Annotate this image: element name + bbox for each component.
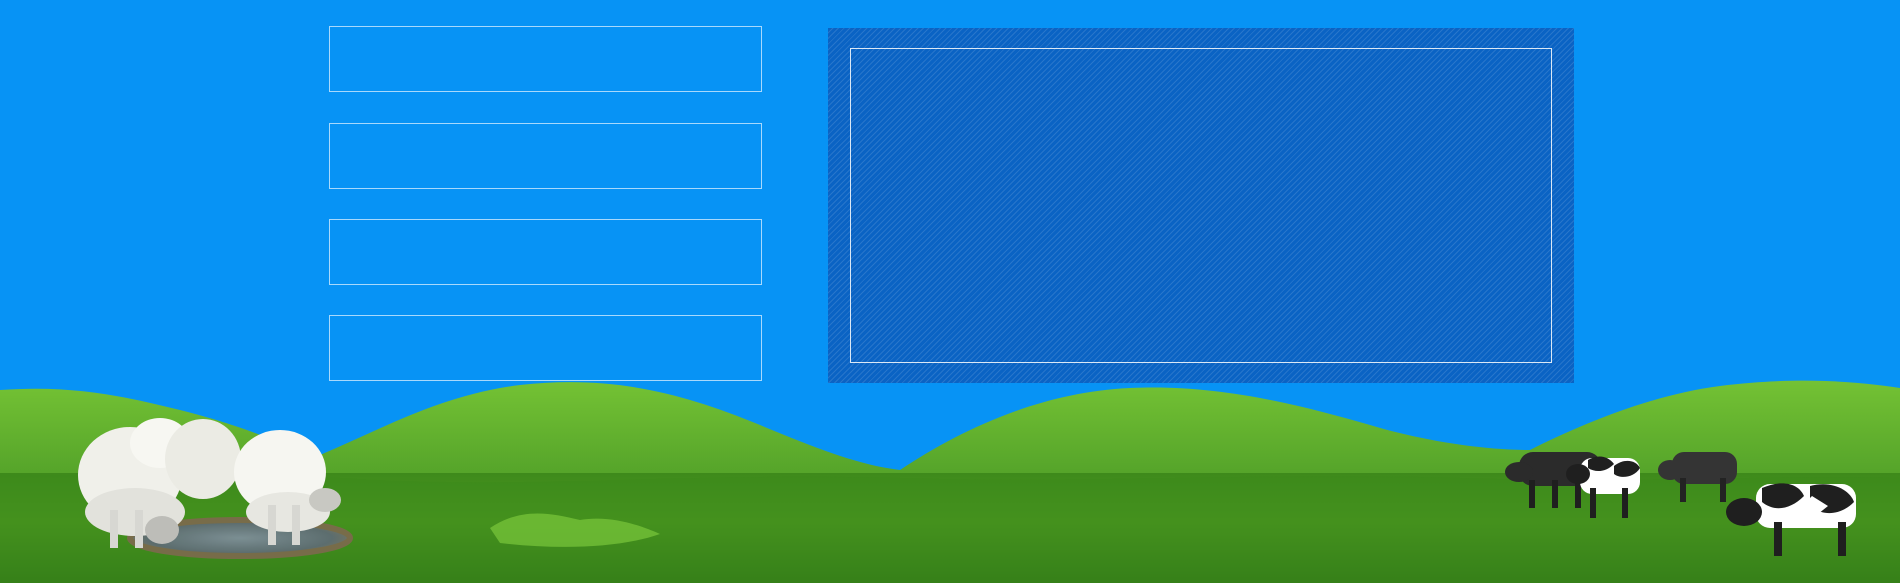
banner-background: [0, 0, 1900, 583]
landscape-illustration: [0, 380, 1900, 583]
